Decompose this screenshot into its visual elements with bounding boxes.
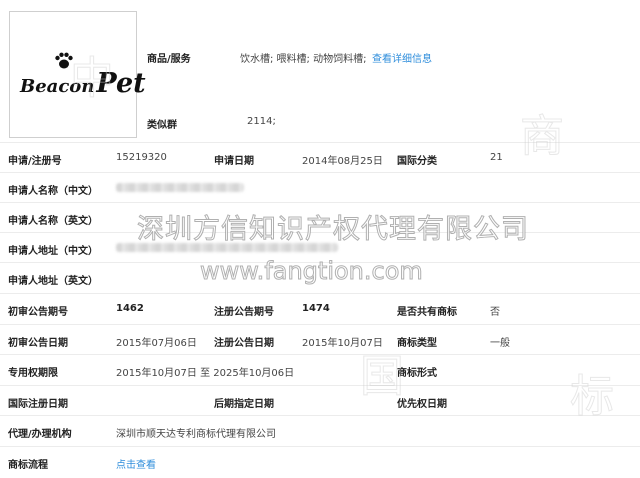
applicant-en-label: 申请人名称（英文） <box>8 216 98 227</box>
reg-notice-date-value: 2015年10月07日 <box>302 338 383 349</box>
applicant-cn-label: 申请人名称（中文） <box>8 186 98 197</box>
reg-notice-date-label: 注册公告日期 <box>214 338 274 349</box>
redacted-applicant-address <box>116 243 338 252</box>
row-divider <box>0 232 640 233</box>
prelim-no-label: 初审公告期号 <box>8 307 68 318</box>
prelim-no-value: 1462 <box>116 303 144 314</box>
flow-view-link[interactable]: 点击查看 <box>116 456 156 471</box>
row-divider <box>0 142 640 143</box>
mark-form-label: 商标形式 <box>397 368 437 379</box>
row-divider <box>0 415 640 416</box>
reg-no-label: 申请/注册号 <box>8 156 62 167</box>
flow-label: 商标流程 <box>8 460 48 471</box>
intl-reg-date-label: 国际注册日期 <box>8 399 68 410</box>
goods-label: 商品/服务 <box>147 54 191 65</box>
row-divider <box>0 446 640 447</box>
row-divider <box>0 324 640 325</box>
watermark-char: 商 <box>520 111 565 163</box>
intl-class-label: 国际分类 <box>397 156 437 167</box>
redacted-applicant-name <box>116 183 244 192</box>
shared-mark-label: 是否共有商标 <box>397 307 457 318</box>
row-divider <box>0 385 640 386</box>
priority-date-label: 优先权日期 <box>397 399 447 410</box>
trademark-image: BeaconPet <box>9 11 146 138</box>
reg-notice-no-label: 注册公告期号 <box>214 307 274 318</box>
watermark-company: 深圳方信知识产权代理有限公司 <box>137 214 529 246</box>
mark-type-label: 商标类型 <box>397 338 437 349</box>
row-divider <box>0 354 640 355</box>
prelim-date-value: 2015年07月06日 <box>116 338 197 349</box>
similar-group-value: 2114; <box>247 116 276 127</box>
goods-value: 饮水槽; 喂料槽; 动物饲料槽; <box>240 54 367 65</box>
agent-value: 深圳市顺天达专利商标代理有限公司 <box>116 429 276 440</box>
apply-date-label: 申请日期 <box>214 156 254 167</box>
shared-mark-value: 否 <box>490 307 500 318</box>
reg-no-value: 15219320 <box>116 152 167 163</box>
agent-label: 代理/办理机构 <box>8 429 72 440</box>
address-en-label: 申请人地址（英文） <box>8 276 98 287</box>
prelim-date-label: 初审公告日期 <box>8 338 68 349</box>
row-divider <box>0 202 640 203</box>
intl-class-value: 21 <box>490 152 503 163</box>
exclusive-term-value: 2015年10月07日 至 2025年10月06日 <box>116 368 295 379</box>
reg-notice-no-value: 1474 <box>302 303 330 314</box>
exclusive-term-label: 专用权期限 <box>8 368 58 379</box>
logo-wordmark: BeaconPet <box>20 68 146 99</box>
mark-type-value: 一般 <box>490 338 510 349</box>
later-date-label: 后期指定日期 <box>214 399 274 410</box>
row-divider <box>0 293 640 294</box>
row-divider <box>0 172 640 173</box>
row-divider <box>0 262 640 263</box>
similar-group-label: 类似群 <box>147 120 177 131</box>
apply-date-value: 2014年08月25日 <box>302 156 383 167</box>
goods-detail-link[interactable]: 查看详细信息 <box>372 50 432 65</box>
address-cn-label: 申请人地址（中文） <box>8 246 98 257</box>
